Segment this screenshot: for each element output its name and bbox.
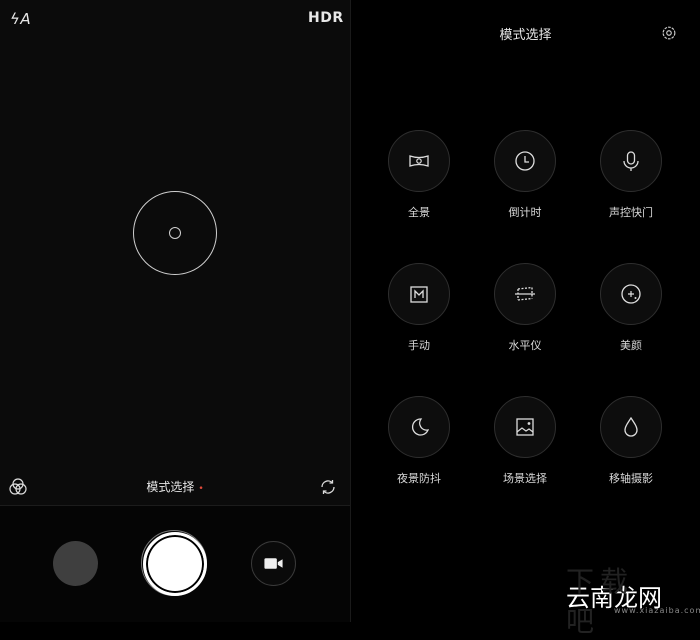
mode-manual[interactable]: 手动 [374, 263, 464, 353]
mode-tilt-shift[interactable]: 移轴摄影 [586, 396, 676, 486]
tilt-shift-button[interactable] [600, 396, 662, 458]
camera-viewfinder[interactable]: ϟA HDR 模式选择 • [0, 0, 350, 622]
switch-camera-icon[interactable] [318, 477, 338, 497]
mode-select-button[interactable]: 模式选择 • [0, 478, 350, 495]
hdr-button[interactable]: HDR [308, 10, 344, 26]
level-icon [515, 286, 535, 301]
night-button[interactable] [388, 396, 450, 458]
beauty-button[interactable] [600, 263, 662, 325]
mode-timer[interactable]: 倒计时 [480, 130, 570, 220]
mode-indicator-dot: • [198, 484, 204, 494]
mode-label: 全景 [408, 206, 430, 219]
mode-label: 移轴摄影 [609, 472, 653, 485]
night-moon-icon [412, 418, 430, 436]
manual-icon [410, 286, 428, 303]
mode-night-stabilization[interactable]: 夜景防抖 [374, 396, 464, 486]
focus-center-dot [169, 227, 181, 239]
mode-panorama[interactable]: 全景 [374, 130, 464, 220]
mode-level[interactable]: 水平仪 [480, 263, 570, 353]
panorama-icon [409, 155, 429, 167]
mode-select-label: 模式选择 [146, 480, 195, 494]
watermark-url: www.xiazaiba.com [614, 606, 700, 615]
shutter-button[interactable] [143, 532, 207, 596]
video-camera-icon [264, 558, 283, 569]
panel-title: 模式选择 [499, 28, 552, 43]
beauty-icon [621, 284, 641, 304]
mode-select-panel: 模式选择 全景 倒计时 声控快门 手动 水平仪 美颜 夜景防抖 场景选择 移轴摄… [351, 0, 700, 638]
mode-label: 场景选择 [503, 472, 547, 485]
microphone-icon [623, 151, 639, 171]
panorama-button[interactable] [388, 130, 450, 192]
video-mode-button[interactable] [251, 541, 296, 586]
mode-label: 手动 [408, 339, 430, 352]
level-button[interactable] [494, 263, 556, 325]
mode-beauty[interactable]: 美颜 [586, 263, 676, 353]
voice-shutter-button[interactable] [600, 130, 662, 192]
mode-scene-select[interactable]: 场景选择 [480, 396, 570, 486]
mode-label: 倒计时 [508, 206, 542, 219]
mode-label: 水平仪 [508, 339, 542, 352]
mode-label: 美颜 [620, 339, 642, 352]
scene-icon [516, 418, 534, 436]
scene-button[interactable] [494, 396, 556, 458]
flash-auto-button[interactable]: ϟA [10, 10, 31, 28]
manual-button[interactable] [388, 263, 450, 325]
gallery-thumbnail-button[interactable] [53, 541, 98, 586]
watermark: 下载吧 云南龙网 www.xiazaiba.com [566, 565, 700, 638]
mode-voice-shutter[interactable]: 声控快门 [586, 130, 676, 220]
mode-label: 声控快门 [609, 206, 653, 219]
timer-icon [515, 151, 535, 171]
timer-button[interactable] [494, 130, 556, 192]
watermark-background-text: 下载吧 [566, 565, 635, 638]
mode-label: 夜景防抖 [397, 472, 441, 485]
tilt-shift-icon [624, 416, 638, 437]
settings-gear-icon[interactable] [660, 24, 678, 42]
